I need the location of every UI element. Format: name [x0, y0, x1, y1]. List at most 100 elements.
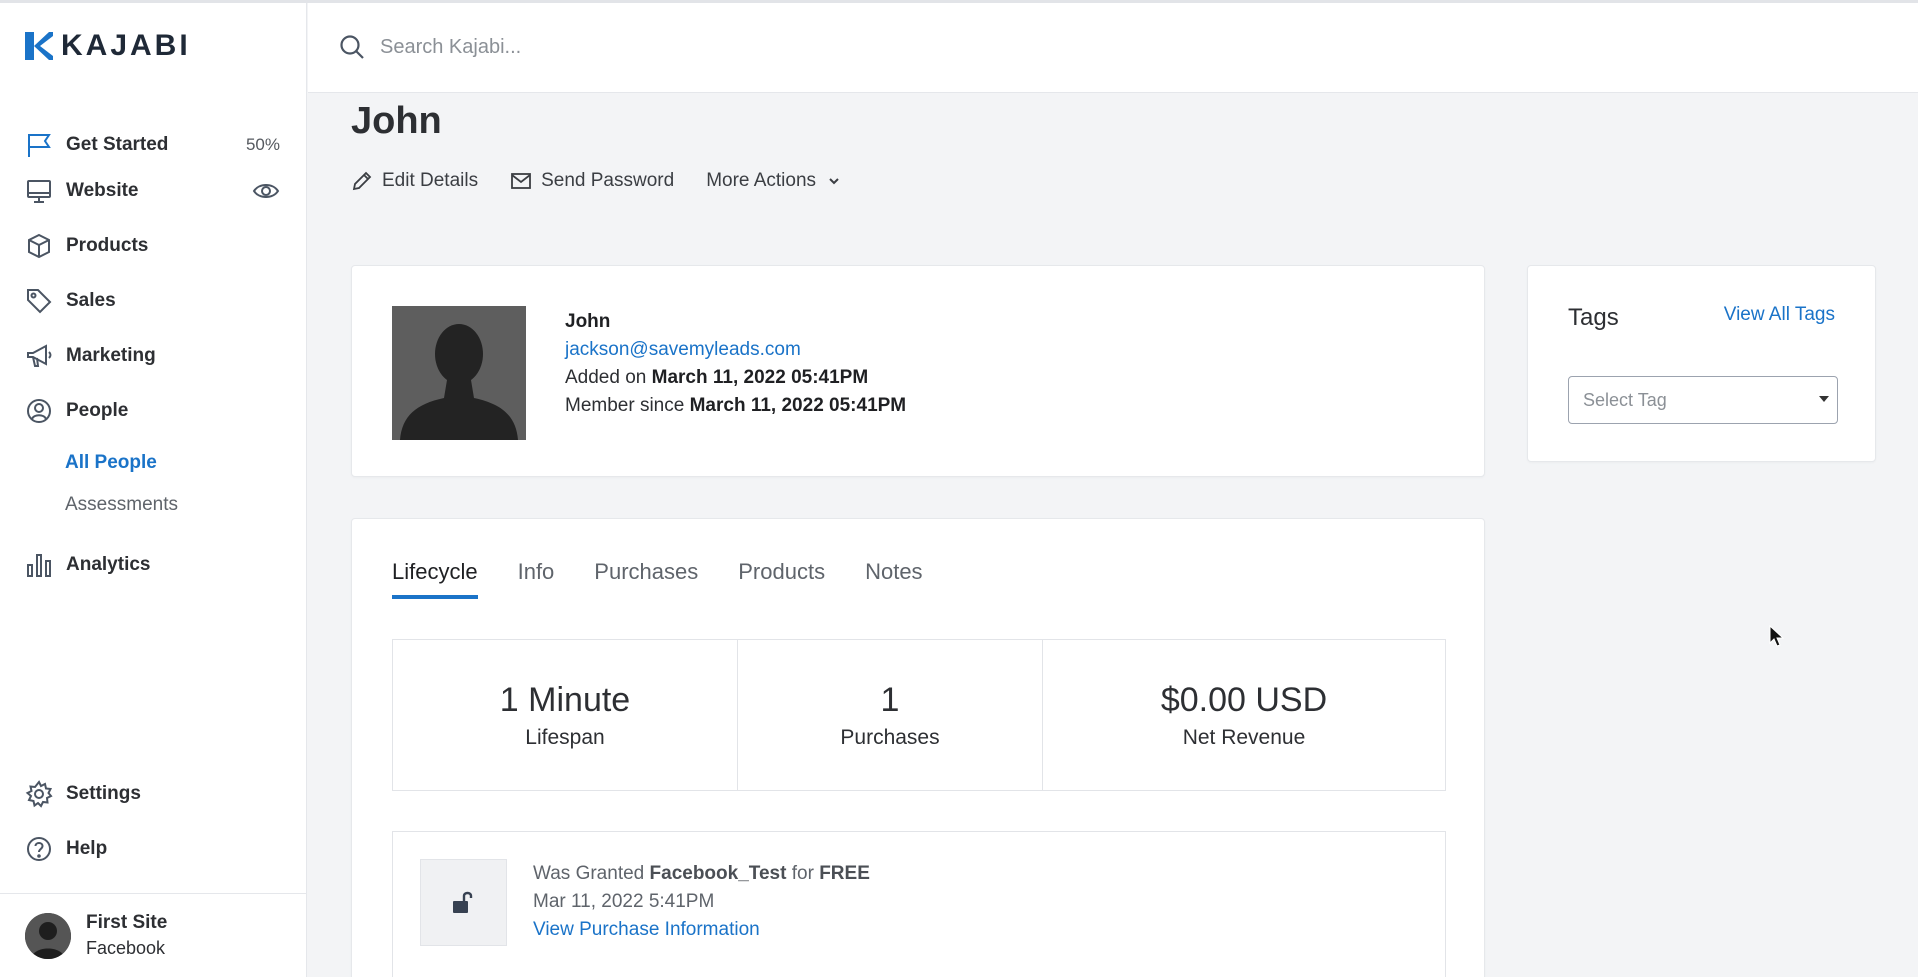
activity-text: Was Granted Facebook_Test for FREE Mar 1… — [533, 860, 870, 944]
sidebar-item-label: Help — [66, 838, 108, 859]
profile-card: John jackson@savemyleads.com Added on Ma… — [351, 265, 1485, 477]
profile-tabs: Lifecycle Info Purchases Products Notes — [392, 559, 963, 599]
sidebar-item-label: Get Started — [66, 134, 169, 155]
site-subtitle: Facebook — [86, 938, 166, 958]
activity-price: FREE — [819, 863, 870, 884]
tab-notes[interactable]: Notes — [865, 559, 922, 599]
stat-value: $0.00 USD — [1160, 680, 1328, 719]
tags-card: Tags View All Tags Select Tag — [1527, 265, 1876, 462]
profile-name: John — [565, 311, 611, 332]
envelope-icon — [511, 173, 532, 189]
tab-purchases[interactable]: Purchases — [594, 559, 698, 599]
profile-email-link[interactable]: jackson@savemyleads.com — [565, 336, 906, 364]
stat-label: Lifespan — [525, 725, 605, 749]
member-since-date: March 11, 2022 05:41PM — [689, 395, 907, 416]
mouse-cursor-icon — [1769, 625, 1785, 647]
send-password-button[interactable]: Send Password — [510, 170, 674, 192]
user-circle-icon — [27, 399, 51, 423]
eye-icon — [252, 184, 280, 198]
stat-label: Purchases — [840, 725, 940, 749]
sidebar-item-sales[interactable]: Sales — [25, 281, 280, 321]
stat-net-revenue: $0.00 USD Net Revenue — [1043, 640, 1445, 790]
top-search-bar — [308, 3, 1918, 93]
gear-icon — [25, 780, 53, 808]
site-avatar — [25, 912, 71, 959]
person-silhouette-icon — [392, 306, 526, 440]
tab-products[interactable]: Products — [738, 559, 825, 599]
activity-middle: for — [791, 863, 814, 884]
site-name: First Site — [86, 912, 168, 933]
sidebar-item-label: People — [66, 400, 129, 421]
sidebar-item-get-started[interactable]: Get Started 50% — [25, 125, 280, 165]
tag-icon — [27, 289, 52, 314]
tag-select-placeholder: Select Tag — [1583, 389, 1667, 410]
logo-text: KAJABI — [61, 29, 191, 62]
view-purchase-information-link[interactable]: View Purchase Information — [533, 916, 870, 944]
page-title: John — [351, 100, 442, 142]
stat-lifespan: 1 Minute Lifespan — [393, 640, 738, 790]
activity-item: Was Granted Facebook_Test for FREE Mar 1… — [392, 831, 1446, 977]
stat-purchases: 1 Purchases — [738, 640, 1043, 790]
megaphone-icon — [27, 344, 52, 367]
stat-value: 1 Minute — [499, 680, 631, 719]
activity-prefix: Was Granted — [533, 863, 645, 884]
kajabi-logo[interactable]: KAJABI — [25, 31, 191, 61]
tab-lifecycle[interactable]: Lifecycle — [392, 559, 478, 599]
sidebar-item-marketing[interactable]: Marketing — [25, 336, 280, 376]
progress-badge: 50% — [245, 135, 280, 154]
kajabi-logo-icon — [25, 32, 53, 60]
stat-label: Net Revenue — [1182, 725, 1306, 749]
more-actions-label: More Actions — [706, 170, 817, 191]
sidebar-subitem-all-people[interactable]: All People — [65, 452, 157, 474]
sidebar-item-label: Settings — [66, 783, 141, 804]
activity-product: Facebook_Test — [649, 863, 787, 884]
sidebar-item-label: Analytics — [66, 554, 151, 575]
tab-info[interactable]: Info — [518, 559, 555, 599]
lifecycle-card: Lifecycle Info Purchases Products Notes … — [351, 518, 1485, 977]
unlock-icon — [452, 891, 472, 913]
avatar-silhouette-icon — [25, 912, 71, 959]
member-since-line: Member since March 11, 2022 05:41PM — [565, 392, 906, 420]
sidebar-item-website[interactable]: Website — [25, 171, 280, 211]
preview-eye-button[interactable] — [252, 177, 280, 205]
more-actions-dropdown[interactable]: More Actions — [706, 170, 842, 192]
sidebar: KAJABI Get Started 50% Website Products … — [0, 3, 307, 977]
box-icon — [28, 233, 50, 259]
profile-info: John jackson@savemyleads.com Added on Ma… — [565, 308, 906, 420]
sidebar-item-settings[interactable]: Settings — [25, 774, 280, 814]
tags-title: Tags — [1568, 304, 1619, 331]
stat-value: 1 — [880, 680, 900, 719]
monitor-icon — [27, 180, 51, 203]
flag-icon — [28, 134, 51, 157]
pencil-icon — [352, 171, 372, 191]
profile-avatar — [392, 306, 526, 440]
sidebar-item-analytics[interactable]: Analytics — [25, 545, 280, 585]
sidebar-item-label: Sales — [66, 290, 116, 311]
edit-details-button[interactable]: Edit Details — [351, 170, 478, 192]
view-all-tags-link[interactable]: View All Tags — [1724, 304, 1835, 326]
sidebar-item-label: Marketing — [66, 345, 156, 366]
sidebar-subitem-assessments[interactable]: Assessments — [65, 494, 178, 516]
help-icon — [27, 837, 51, 861]
tag-select[interactable]: Select Tag — [1568, 376, 1838, 424]
added-on-prefix: Added on — [565, 367, 647, 388]
action-bar: Edit Details Send Password More Actions — [351, 170, 874, 192]
added-on-line: Added on March 11, 2022 05:41PM — [565, 364, 906, 392]
sidebar-item-people[interactable]: People — [25, 391, 280, 431]
site-switcher[interactable]: First Site Facebook — [0, 893, 306, 977]
activity-summary: Was Granted Facebook_Test for FREE — [533, 860, 870, 888]
sidebar-item-help[interactable]: Help — [25, 829, 280, 869]
sidebar-item-label: Website — [66, 180, 139, 201]
caret-down-icon — [1819, 396, 1829, 402]
sidebar-item-products[interactable]: Products — [25, 226, 280, 266]
sidebar-item-label: Products — [66, 235, 149, 256]
lifecycle-stats: 1 Minute Lifespan 1 Purchases $0.00 USD … — [392, 639, 1446, 791]
edit-details-label: Edit Details — [382, 170, 479, 191]
bar-chart-icon — [27, 554, 51, 577]
member-since-prefix: Member since — [565, 395, 685, 416]
activity-icon-box — [420, 859, 507, 946]
search-input[interactable] — [380, 27, 1080, 67]
added-on-date: March 11, 2022 05:41PM — [651, 367, 869, 388]
chevron-down-icon — [829, 178, 839, 185]
search-icon — [340, 35, 364, 59]
